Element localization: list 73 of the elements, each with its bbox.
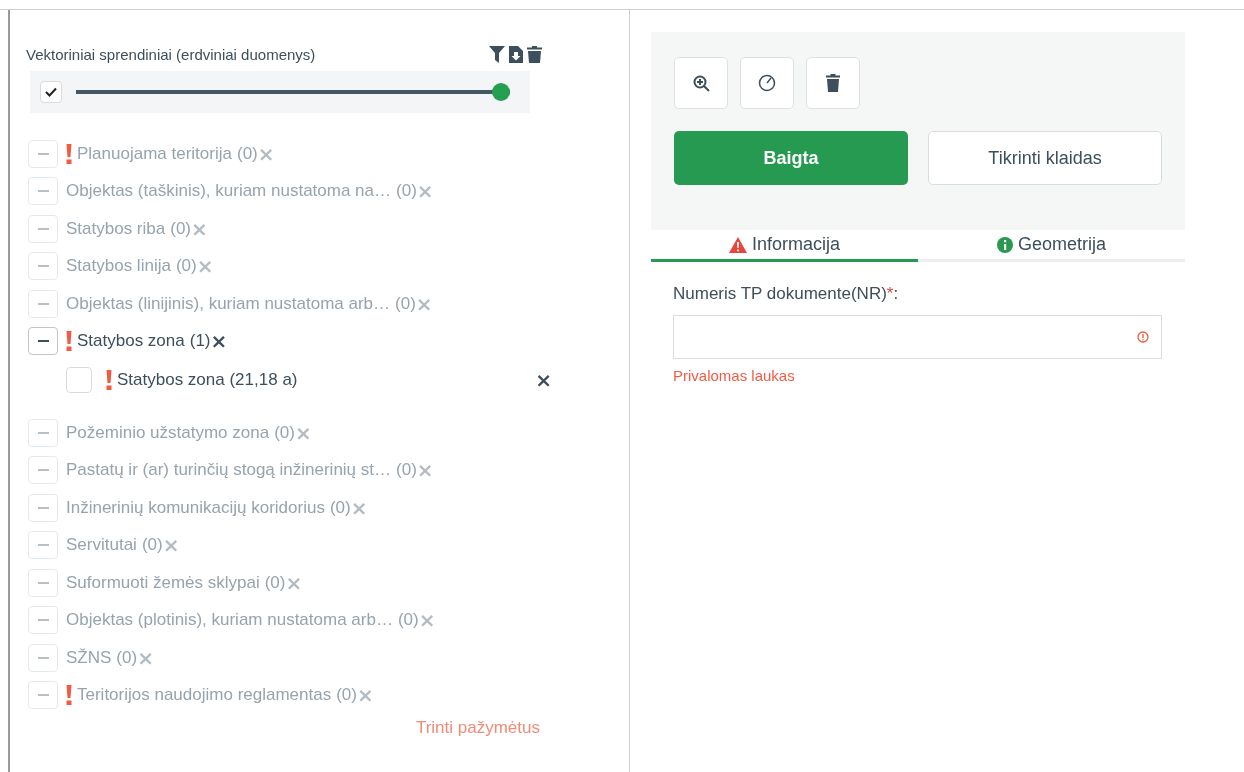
layer-name[interactable]: Objektas (linijinis), kuriam nustatoma arb… xyxy=(66,293,391,314)
collapse-button[interactable] xyxy=(28,327,58,356)
gauge-icon xyxy=(758,74,776,92)
layer-count: (0) xyxy=(397,610,419,631)
layer-count: (0) xyxy=(175,256,197,277)
layer-name[interactable]: Statybos riba xyxy=(66,218,166,239)
layer-count: (1) xyxy=(189,331,211,352)
layer-name[interactable]: Statybos zona xyxy=(77,331,185,352)
exclamation-icon xyxy=(106,370,112,390)
remove-button[interactable]: × xyxy=(294,422,312,443)
layer-count: (0) xyxy=(395,293,416,314)
tab[interactable]: Informacija xyxy=(651,230,918,262)
layer-name[interactable]: Statybos linija xyxy=(66,256,171,277)
remove-button[interactable]: × xyxy=(416,460,434,481)
exclamation-icon xyxy=(66,331,72,352)
trash-button[interactable] xyxy=(806,57,860,109)
remove-button[interactable]: × xyxy=(162,535,180,556)
filter-icon[interactable] xyxy=(489,46,505,63)
remove-button[interactable]: × xyxy=(350,497,368,518)
checkbox[interactable] xyxy=(66,367,92,393)
layer-count: (0) xyxy=(396,181,417,202)
layer-count: (0) xyxy=(170,218,191,239)
layer-count: (0) xyxy=(264,572,286,593)
layer-name[interactable]: Planuojama teritorija xyxy=(77,143,232,164)
layer-count: (0) xyxy=(329,497,351,518)
trash-icon[interactable] xyxy=(527,46,542,63)
remove-button[interactable]: × xyxy=(191,218,208,239)
remove-button[interactable]: × xyxy=(418,610,436,631)
input-field[interactable] xyxy=(673,315,1162,359)
layer-count: (0) xyxy=(236,143,258,164)
layer-count: (0) xyxy=(396,460,417,481)
remove-button[interactable]: × xyxy=(535,370,552,390)
layer-name[interactable]: Teritorijos naudojimo reglamentas xyxy=(77,685,332,706)
layer-name[interactable]: Pastatų ir (ar) turinčių stogą inžinerinių st… xyxy=(66,460,392,481)
trash-icon xyxy=(826,74,840,92)
checkbox[interactable] xyxy=(40,81,62,103)
remove-button[interactable]: × xyxy=(416,181,434,202)
zoom-in-button[interactable] xyxy=(674,57,728,109)
error-message: Privalomas laukas xyxy=(673,367,796,384)
delete-selected-link[interactable]: Trinti pažymėtus xyxy=(415,718,540,737)
remove-button[interactable]: × xyxy=(257,143,275,164)
layer-count: (0) xyxy=(336,685,357,706)
layer-count: (0) xyxy=(274,422,295,443)
feature-name[interactable]: Statybos zona (21,18 a) xyxy=(117,370,536,390)
panel-title: Vektoriniai sprendiniai (erdviniai duomenys) xyxy=(26,46,316,63)
layer-name[interactable]: Objektas (plotinis), kuriam nustatoma arb… xyxy=(66,610,393,631)
layer-name[interactable]: Objektas (taškinis), kuriam nustatoma na… xyxy=(66,181,391,202)
warning-icon xyxy=(729,236,747,253)
remove-button[interactable]: × xyxy=(210,331,228,352)
layer-name[interactable]: Požeminio užstatymo zona xyxy=(66,422,270,443)
gauge-button[interactable] xyxy=(740,57,794,109)
remove-button[interactable]: × xyxy=(285,572,303,593)
remove-button[interactable]: × xyxy=(356,685,374,706)
layer-name[interactable]: SŽNS xyxy=(66,647,112,668)
file-download-icon[interactable] xyxy=(509,46,523,63)
info-icon xyxy=(997,236,1013,253)
tab[interactable]: Geometrija xyxy=(918,230,1185,262)
check-icon xyxy=(45,87,57,97)
check-errors-button[interactable]: Tikrinti klaidas xyxy=(928,131,1162,185)
exclamation-icon xyxy=(66,685,72,706)
error-icon xyxy=(1137,331,1149,343)
remove-button[interactable]: × xyxy=(415,293,433,314)
remove-button[interactable]: × xyxy=(196,256,214,277)
layer-count: (0) xyxy=(141,535,163,556)
remove-button[interactable]: × xyxy=(137,647,154,668)
layer-name[interactable]: Servitutai xyxy=(66,535,137,556)
finish-button[interactable]: Baigta xyxy=(674,131,908,185)
layer-name[interactable]: Inžinerinių komunikacijų koridorius xyxy=(66,497,325,518)
layer-count: (0) xyxy=(116,647,138,668)
zoom-in-icon xyxy=(692,74,710,92)
exclamation-icon xyxy=(66,143,72,164)
layer-name[interactable]: Suformuoti žemės sklypai xyxy=(66,572,260,593)
field-label: Numeris TP dokumente(NR)*: xyxy=(673,284,900,304)
